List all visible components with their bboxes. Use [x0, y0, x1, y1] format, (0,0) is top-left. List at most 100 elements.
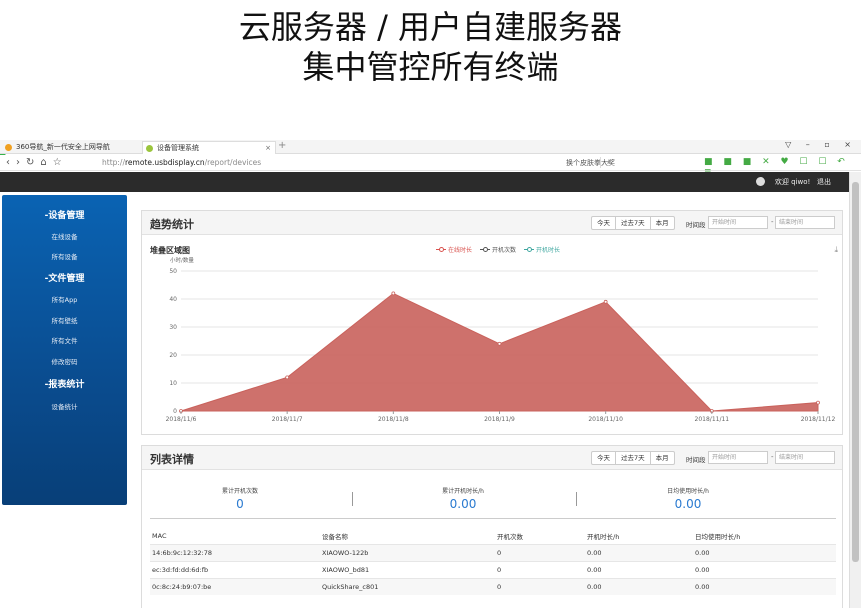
start-time-input[interactable]: 开始时间 [708, 451, 768, 464]
list-title: 列表详情 [150, 453, 194, 466]
tab-device-management[interactable]: 设备管理系统 × [142, 141, 276, 154]
scrollbar-thumb[interactable] [852, 182, 859, 562]
trend-panel-header: 趋势统计 今天 过去7天 本月 时间段 开始时间 - 结束时间 [142, 211, 842, 235]
close-tab-icon[interactable]: × [265, 142, 271, 154]
summary-label: 累计开机时长/h [442, 488, 484, 495]
table-header-row: MAC 设备名称 开机次数 开机时长/h 日均使用时长/h [150, 528, 836, 544]
y-tick-label: 10 [169, 380, 177, 387]
today-button[interactable]: 今天 [592, 217, 616, 229]
list-panel: 列表详情 今天 过去7天 本月 时间段 开始时间 - 结束时间 累计开机次数 0… [141, 445, 843, 608]
sidebar-item-all-files[interactable]: 所有文件 [2, 335, 127, 345]
new-tab-icon[interactable]: + [278, 140, 286, 151]
mac-cell: ec:3d:fd:dd:6d:fb [150, 560, 320, 578]
legend-item-boot-count[interactable]: 开机次数 [480, 245, 516, 254]
search-input[interactable]: ⌕ [600, 157, 690, 168]
last-7-days-button[interactable]: 过去7天 [616, 452, 651, 464]
back-icon[interactable]: ‹ [6, 157, 16, 168]
sidebar-section-reports[interactable]: -报表统计 [2, 377, 127, 390]
summary-boot-count: 累计开机次数 0 [130, 486, 350, 511]
forward-icon[interactable]: › [16, 157, 26, 168]
home-icon[interactable]: ⌂ [40, 157, 52, 168]
tab-label: 360导航_新一代安全上网导航 [16, 143, 110, 151]
sidebar-section-devices[interactable]: -设备管理 [2, 208, 127, 221]
leaf-icon [146, 145, 153, 152]
sidebar-item-all-apps[interactable]: 所有App [2, 294, 127, 304]
boot-count-cell: 0 [495, 543, 585, 561]
app-header: 欢迎 qiwo! 退出 [0, 172, 849, 192]
device-table: MAC 设备名称 开机次数 开机时长/h 日均使用时长/h 14:6b:9c:1… [150, 528, 836, 595]
user-avatar-icon [756, 177, 765, 186]
summary-label: 累计开机次数 [221, 488, 258, 495]
nav-buttons[interactable]: ‹›↻⌂☆ [6, 157, 68, 168]
y-tick-label: 40 [169, 296, 177, 303]
url-scheme: http:// [102, 158, 125, 167]
daily-hours-cell: 0.00 [693, 577, 836, 595]
tab-360-nav[interactable]: 360导航_新一代安全上网导航 [2, 141, 136, 154]
daily-hours-cell: 0.00 [693, 560, 836, 578]
sidebar-item-online-devices[interactable]: 在线设备 [2, 231, 127, 241]
user-menu[interactable]: 欢迎 qiwo! 退出 [775, 177, 831, 187]
summary-rule [150, 518, 836, 519]
table-row[interactable]: 14:6b:9c:12:32:78 XIAOWO-122b 0 0.00 0.0… [150, 543, 836, 561]
column-header: MAC [152, 531, 167, 540]
last-7-days-button[interactable]: 过去7天 [616, 217, 651, 229]
chart-legend[interactable]: 在线时长 开机次数 开机时长 [436, 245, 560, 254]
x-tick-label: 2018/11/10 [588, 416, 623, 423]
today-button[interactable]: 今天 [592, 452, 616, 464]
this-month-button[interactable]: 本月 [651, 452, 674, 464]
summary-daily-hours: 日均使用时长/h 0.00 [578, 486, 798, 511]
logout-link[interactable]: 退出 [817, 178, 831, 186]
sidebar-item-all-devices[interactable]: 所有设备 [2, 251, 127, 261]
this-month-button[interactable]: 本月 [651, 217, 674, 229]
boot-count-cell: 0 [495, 577, 585, 595]
chart-title: 堆叠区域图 [150, 246, 190, 255]
legend-item-boot-duration[interactable]: 开机时长 [524, 245, 560, 254]
headline-line-2: 集中管控所有终端 [302, 48, 559, 86]
x-tick-label: 2018/11/12 [801, 416, 836, 423]
legend-label: 在线时长 [448, 247, 473, 254]
browser-tab-bar: 360导航_新一代安全上网导航 设备管理系统 × + ▽ – ▫ × [0, 140, 861, 154]
url-domain: remote.usbdisplay.cn [124, 158, 205, 167]
x-tick-label: 2018/11/6 [166, 416, 197, 423]
star-icon[interactable]: ☆ [53, 157, 68, 168]
column-header: 设备名称 [322, 532, 348, 541]
sidebar-section-files[interactable]: -文件管理 [2, 271, 127, 284]
x-tick-label: 2018/11/7 [272, 416, 303, 423]
table-row[interactable]: 0c:8c:24:b9:07:be QuickShare_c801 0 0.00… [150, 577, 836, 595]
y-tick-label: 50 [169, 268, 177, 275]
list-range-buttons: 今天 过去7天 本月 [591, 451, 675, 465]
sidebar-item-all-wallpapers[interactable]: 所有壁纸 [2, 315, 127, 325]
window-controls[interactable]: ▽ – ▫ × [785, 140, 857, 149]
time-range-label: 时间段 [686, 456, 706, 464]
column-header: 开机次数 [497, 532, 523, 541]
download-icon[interactable]: ⤓ [834, 245, 838, 255]
start-time-input[interactable]: 开始时间 [708, 216, 768, 229]
column-header: 日均使用时长/h [695, 532, 741, 541]
area-chart: 0 10 20 30 40 50 2018/11/6 2018/11/7 2018/11/8 20… [166, 268, 836, 423]
end-time-input[interactable]: 结束时间 [775, 216, 835, 229]
data-point [497, 341, 502, 346]
column-header: 开机时长/h [587, 532, 620, 541]
page-scrollbar[interactable] [849, 172, 861, 608]
url-path: /report/devices [204, 158, 262, 167]
legend-label: 开机次数 [492, 247, 517, 254]
headline-line-1: 云服务器 / 用户自建服务器 [238, 8, 623, 46]
summary-divider [576, 492, 577, 506]
table-row[interactable]: ec:3d:fd:dd:6d:fb XIAOWO_bd81 0 0.00 0.0… [150, 560, 836, 578]
summary-value: 0.00 [674, 497, 702, 511]
360-logo-icon [5, 144, 12, 151]
range-separator: - [771, 453, 774, 461]
legend-item-online[interactable]: 在线时长 [436, 245, 472, 254]
data-point [391, 291, 396, 296]
mac-cell: 14:6b:9c:12:32:78 [150, 543, 320, 561]
device-name-cell: XIAOWO_bd81 [320, 560, 495, 578]
sidebar-item-change-password[interactable]: 修改密码 [2, 356, 127, 366]
y-tick-label: 0 [173, 408, 177, 415]
trend-title: 趋势统计 [150, 218, 194, 231]
end-time-input[interactable]: 结束时间 [775, 451, 835, 464]
sidebar-item-device-stats[interactable]: 设备统计 [2, 401, 127, 411]
summary-value: 0.00 [449, 497, 477, 511]
reload-icon[interactable]: ↻ [26, 157, 40, 168]
url-field[interactable]: http://remote.usbdisplay.cn/report/devic… [102, 158, 261, 167]
data-point [285, 375, 290, 380]
